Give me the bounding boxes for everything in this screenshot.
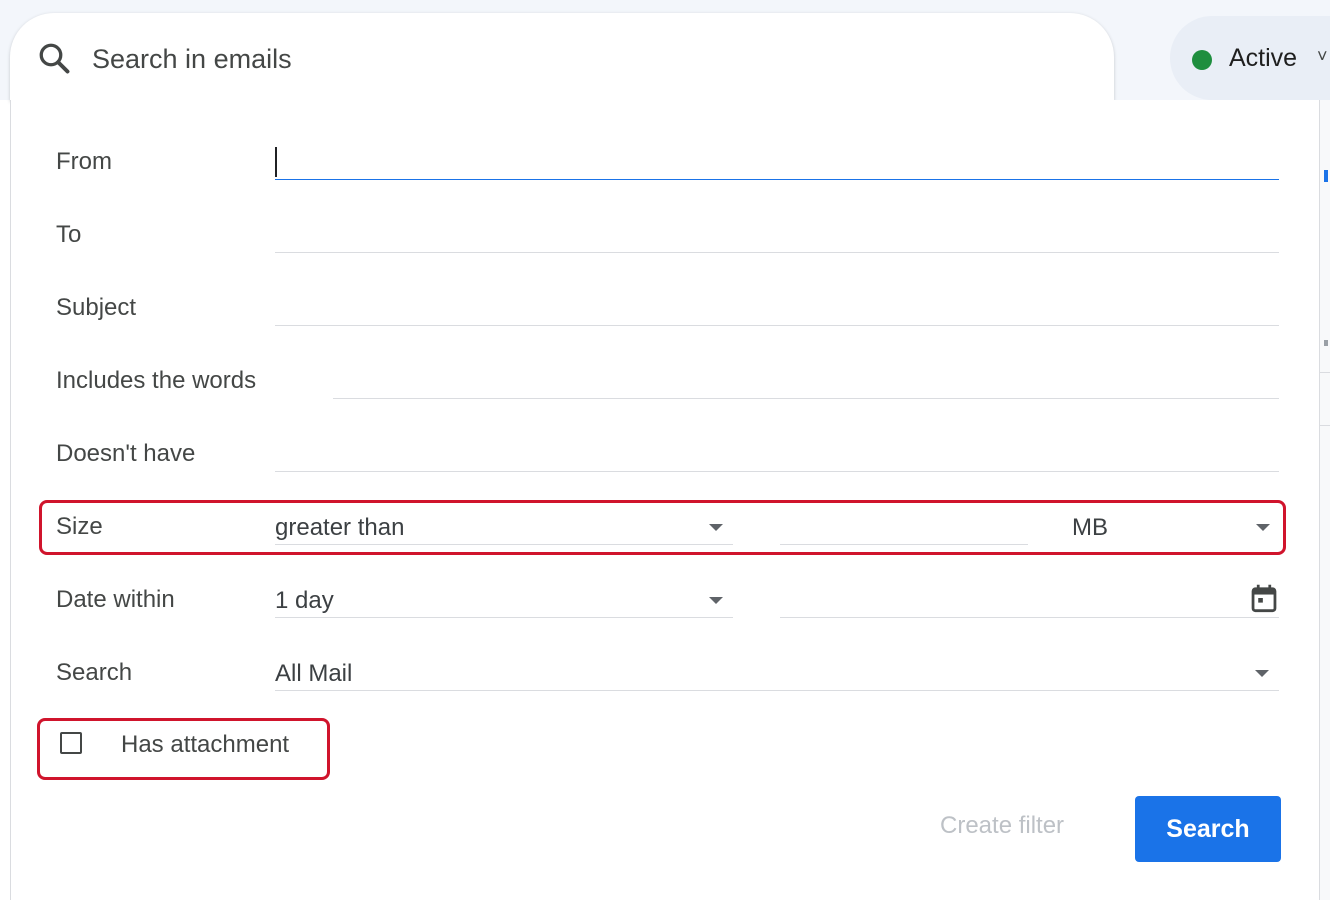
size-label: Size bbox=[56, 513, 103, 540]
date-field[interactable] bbox=[780, 581, 1279, 618]
edge-marker bbox=[1324, 340, 1328, 346]
includes-words-field[interactable] bbox=[333, 366, 1279, 399]
status-label: Active bbox=[1229, 44, 1298, 72]
doesnt-have-field[interactable] bbox=[275, 439, 1279, 472]
search-icon[interactable] bbox=[36, 40, 72, 76]
search-button[interactable]: Search bbox=[1135, 796, 1281, 862]
create-filter-button[interactable]: Create filter bbox=[940, 812, 1064, 840]
dropdown-arrow-icon bbox=[709, 597, 723, 604]
search-in-value: All Mail bbox=[275, 660, 353, 687]
has-attachment-checkbox[interactable] bbox=[60, 732, 82, 754]
from-label: From bbox=[56, 148, 112, 175]
subject-field[interactable] bbox=[275, 293, 1279, 326]
doesnt-have-label: Doesn't have bbox=[56, 440, 196, 467]
search-in-select[interactable]: All Mail bbox=[275, 654, 1279, 691]
chevron-down-icon: ˅ bbox=[1317, 46, 1328, 66]
date-range-select[interactable]: 1 day bbox=[275, 581, 733, 618]
dropdown-arrow-icon bbox=[1256, 524, 1270, 531]
status-dot-icon bbox=[1192, 50, 1212, 70]
subject-label: Subject bbox=[56, 294, 137, 321]
dropdown-arrow-icon bbox=[1255, 670, 1269, 677]
text-cursor bbox=[275, 147, 277, 177]
date-within-label: Date within bbox=[56, 586, 175, 613]
search-input[interactable] bbox=[92, 40, 992, 78]
size-unit-select[interactable]: MB bbox=[1072, 508, 1279, 544]
date-range-value: 1 day bbox=[275, 587, 334, 614]
calendar-icon[interactable] bbox=[1250, 583, 1278, 613]
status-selector[interactable]: Active ˅ bbox=[1170, 16, 1330, 100]
size-operator-select[interactable]: greater than bbox=[275, 508, 733, 545]
includes-words-label: Includes the words bbox=[56, 367, 257, 394]
size-value-field[interactable] bbox=[780, 508, 1028, 545]
to-label: To bbox=[56, 221, 82, 248]
search-in-label: Search bbox=[56, 659, 133, 686]
size-operator-value: greater than bbox=[275, 514, 405, 541]
to-field[interactable] bbox=[275, 220, 1279, 253]
edge-marker bbox=[1324, 170, 1328, 182]
size-unit-value: MB bbox=[1072, 514, 1108, 541]
has-attachment-label[interactable]: Has attachment bbox=[121, 730, 289, 760]
dropdown-arrow-icon bbox=[709, 524, 723, 531]
from-field[interactable] bbox=[275, 147, 1279, 180]
